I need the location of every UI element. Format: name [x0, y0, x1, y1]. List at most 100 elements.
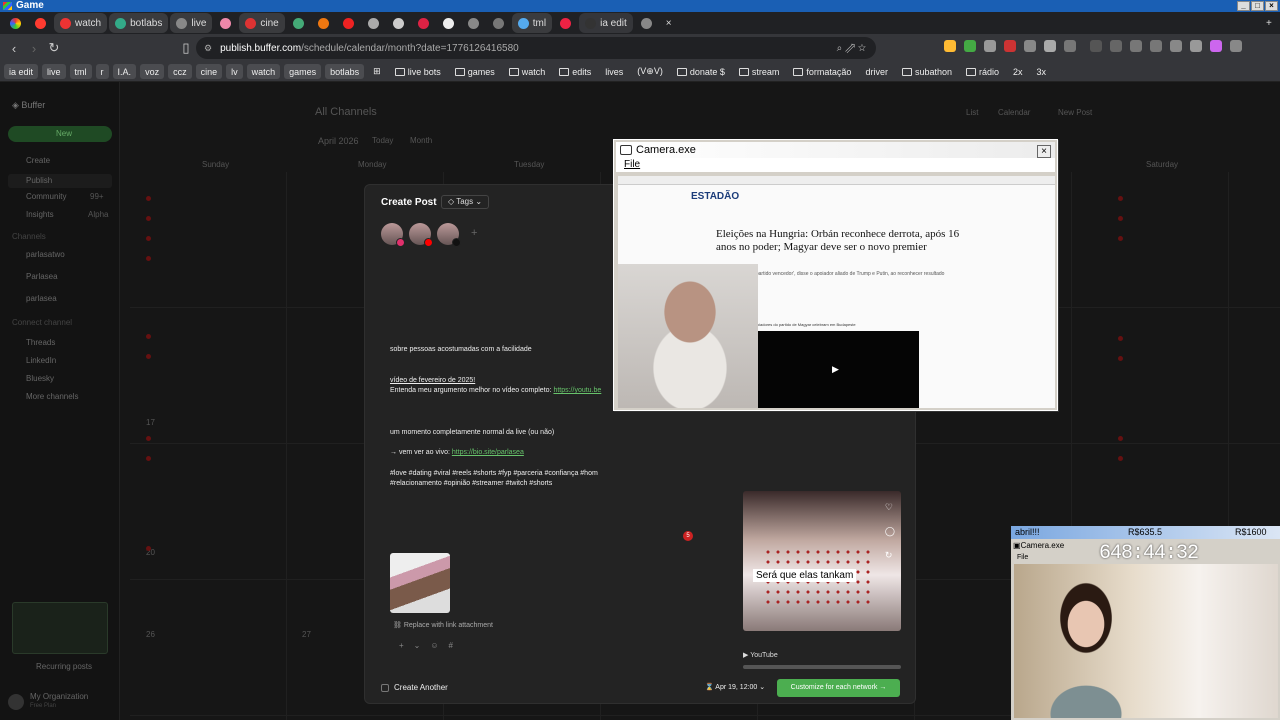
browser-tab[interactable]: botlabs: [109, 13, 169, 33]
channel-avatar[interactable]: [437, 223, 461, 247]
connect-bluesky[interactable]: Bluesky: [26, 374, 54, 383]
site-info-icon[interactable]: ⚙: [204, 43, 212, 54]
bookmark-item[interactable]: cine: [195, 64, 223, 79]
date-cell[interactable]: 26: [146, 630, 155, 639]
browser-tab[interactable]: [29, 13, 52, 33]
youtube-link[interactable]: https://youtu.be: [553, 387, 601, 394]
list-view-button[interactable]: List: [966, 108, 978, 117]
bookmark-item[interactable]: watch: [246, 64, 281, 79]
sidebar-item-create[interactable]: Create: [26, 156, 50, 165]
forward-icon[interactable]: ›: [24, 41, 44, 56]
calendar-event[interactable]: [146, 546, 154, 553]
bookmark-item[interactable]: ia edit: [4, 64, 39, 79]
browser-tab[interactable]: [312, 13, 335, 33]
zoom-icon[interactable]: ⌕ ⇗ ☆: [837, 43, 866, 54]
bookmark-item[interactable]: (V⊕V): [632, 64, 668, 79]
bookmark-item[interactable]: tml: [69, 64, 92, 79]
bookmark-icon[interactable]: ▯: [176, 40, 196, 56]
extension-icon[interactable]: [1024, 40, 1036, 52]
browser-tab[interactable]: ia edit: [579, 13, 633, 33]
sidebar-item-publish[interactable]: Publish: [8, 174, 112, 188]
customize-button[interactable]: Customize for each network →: [777, 679, 900, 697]
browser-tab[interactable]: watch: [54, 13, 108, 33]
bookmark-item[interactable]: lives: [600, 64, 628, 79]
extension-icon[interactable]: [1190, 40, 1202, 52]
add-channel-icon[interactable]: +: [471, 227, 477, 239]
tags-button[interactable]: ◇ Tags ⌄: [441, 195, 490, 209]
org-avatar[interactable]: [8, 694, 24, 710]
camera-titlebar[interactable]: Camera.exe ×: [616, 142, 1055, 158]
close-tab-icon[interactable]: ×: [660, 13, 680, 33]
connect-threads[interactable]: Threads: [26, 338, 55, 347]
extension-icon[interactable]: [1130, 40, 1142, 52]
replace-attachment-link[interactable]: ⛓ Replace with link attachment: [393, 621, 493, 629]
browser-tab[interactable]: [287, 13, 310, 33]
sidebar-item-community[interactable]: Community: [26, 192, 66, 201]
promo-card[interactable]: [12, 602, 108, 654]
extension-icon[interactable]: [1170, 40, 1182, 52]
back-icon[interactable]: ‹: [4, 41, 24, 56]
preview-scrollbar[interactable]: [743, 665, 901, 669]
post-editor[interactable]: sobre pessoas acostumadas com a facilida…: [377, 257, 627, 587]
channel-avatar[interactable]: [409, 223, 433, 247]
bookmark-item[interactable]: subathon: [897, 64, 957, 79]
close-button[interactable]: ×: [1037, 145, 1051, 158]
extension-icon[interactable]: [1064, 40, 1076, 52]
calendar-event[interactable]: [1118, 336, 1126, 343]
bookmark-item[interactable]: games: [284, 64, 322, 79]
bookmark-item[interactable]: games: [450, 64, 500, 79]
apps-icon[interactable]: ⊞: [368, 64, 386, 79]
bookmark-item[interactable]: donate $: [672, 64, 730, 79]
browser-tab[interactable]: [554, 13, 577, 33]
puzzle-icon[interactable]: [1044, 40, 1056, 52]
recurring-posts-link[interactable]: Recurring posts: [36, 662, 92, 671]
bookmark-item[interactable]: formatação: [788, 64, 856, 79]
tab-search-icon[interactable]: [4, 13, 27, 33]
hashtag-icon[interactable]: #: [449, 641, 453, 650]
bookmark-item[interactable]: live: [42, 64, 66, 79]
calendar-event[interactable]: [146, 216, 154, 223]
bookmark-item[interactable]: driver: [860, 64, 893, 79]
play-icon[interactable]: ▶: [832, 364, 839, 375]
calendar-event[interactable]: [1118, 456, 1126, 463]
media-thumbnail[interactable]: [390, 553, 450, 613]
extension-icon[interactable]: [944, 40, 956, 52]
new-post-button[interactable]: New Post: [1058, 108, 1092, 117]
calendar-event[interactable]: [1118, 356, 1126, 363]
browser-tab[interactable]: tml: [511, 13, 553, 33]
bookmark-item[interactable]: I.A.: [112, 64, 137, 79]
create-another-toggle[interactable]: Create Another: [381, 683, 448, 692]
browser-tab[interactable]: [387, 13, 410, 33]
close-button[interactable]: ×: [1265, 1, 1278, 11]
bookmark-item[interactable]: rádio: [961, 64, 1004, 79]
bio-link[interactable]: https://bio.site/parlasea: [452, 449, 524, 456]
article-video[interactable]: ▶: [752, 331, 919, 408]
browser-tab[interactable]: cine: [239, 13, 285, 33]
reload-icon[interactable]: ↻: [44, 40, 64, 56]
extension-icon[interactable]: [984, 40, 996, 52]
new-button[interactable]: New: [8, 126, 112, 142]
channel-item[interactable]: parlasea: [26, 294, 57, 303]
channel-avatar[interactable]: [381, 223, 405, 247]
browser-tab[interactable]: [635, 13, 658, 33]
menu-file[interactable]: File: [624, 159, 640, 170]
calendar-event[interactable]: [1118, 196, 1126, 203]
browser-tab[interactable]: [412, 13, 435, 33]
browser-tab[interactable]: live: [170, 13, 213, 33]
channel-item[interactable]: parlasatwo: [26, 250, 65, 259]
maximize-button[interactable]: □: [1251, 1, 1264, 11]
sidebar-item-insights[interactable]: Insights: [26, 210, 54, 219]
channel-item[interactable]: Parlasea: [26, 272, 58, 281]
connect-more[interactable]: More channels: [26, 392, 78, 401]
download-icon[interactable]: [1090, 40, 1102, 52]
bookmark-item[interactable]: watch: [504, 64, 551, 79]
org-name[interactable]: My Organization: [30, 692, 88, 701]
profile-icon[interactable]: [1210, 40, 1222, 52]
calendar-event[interactable]: [1118, 236, 1126, 243]
add-icon[interactable]: +: [399, 641, 404, 650]
calendar-view-button[interactable]: Calendar: [998, 108, 1030, 117]
bookmark-item[interactable]: lv: [226, 64, 243, 79]
bookmark-item[interactable]: 3x: [1032, 64, 1052, 79]
connect-linkedin[interactable]: LinkedIn: [26, 356, 56, 365]
extension-icon[interactable]: [1110, 40, 1122, 52]
